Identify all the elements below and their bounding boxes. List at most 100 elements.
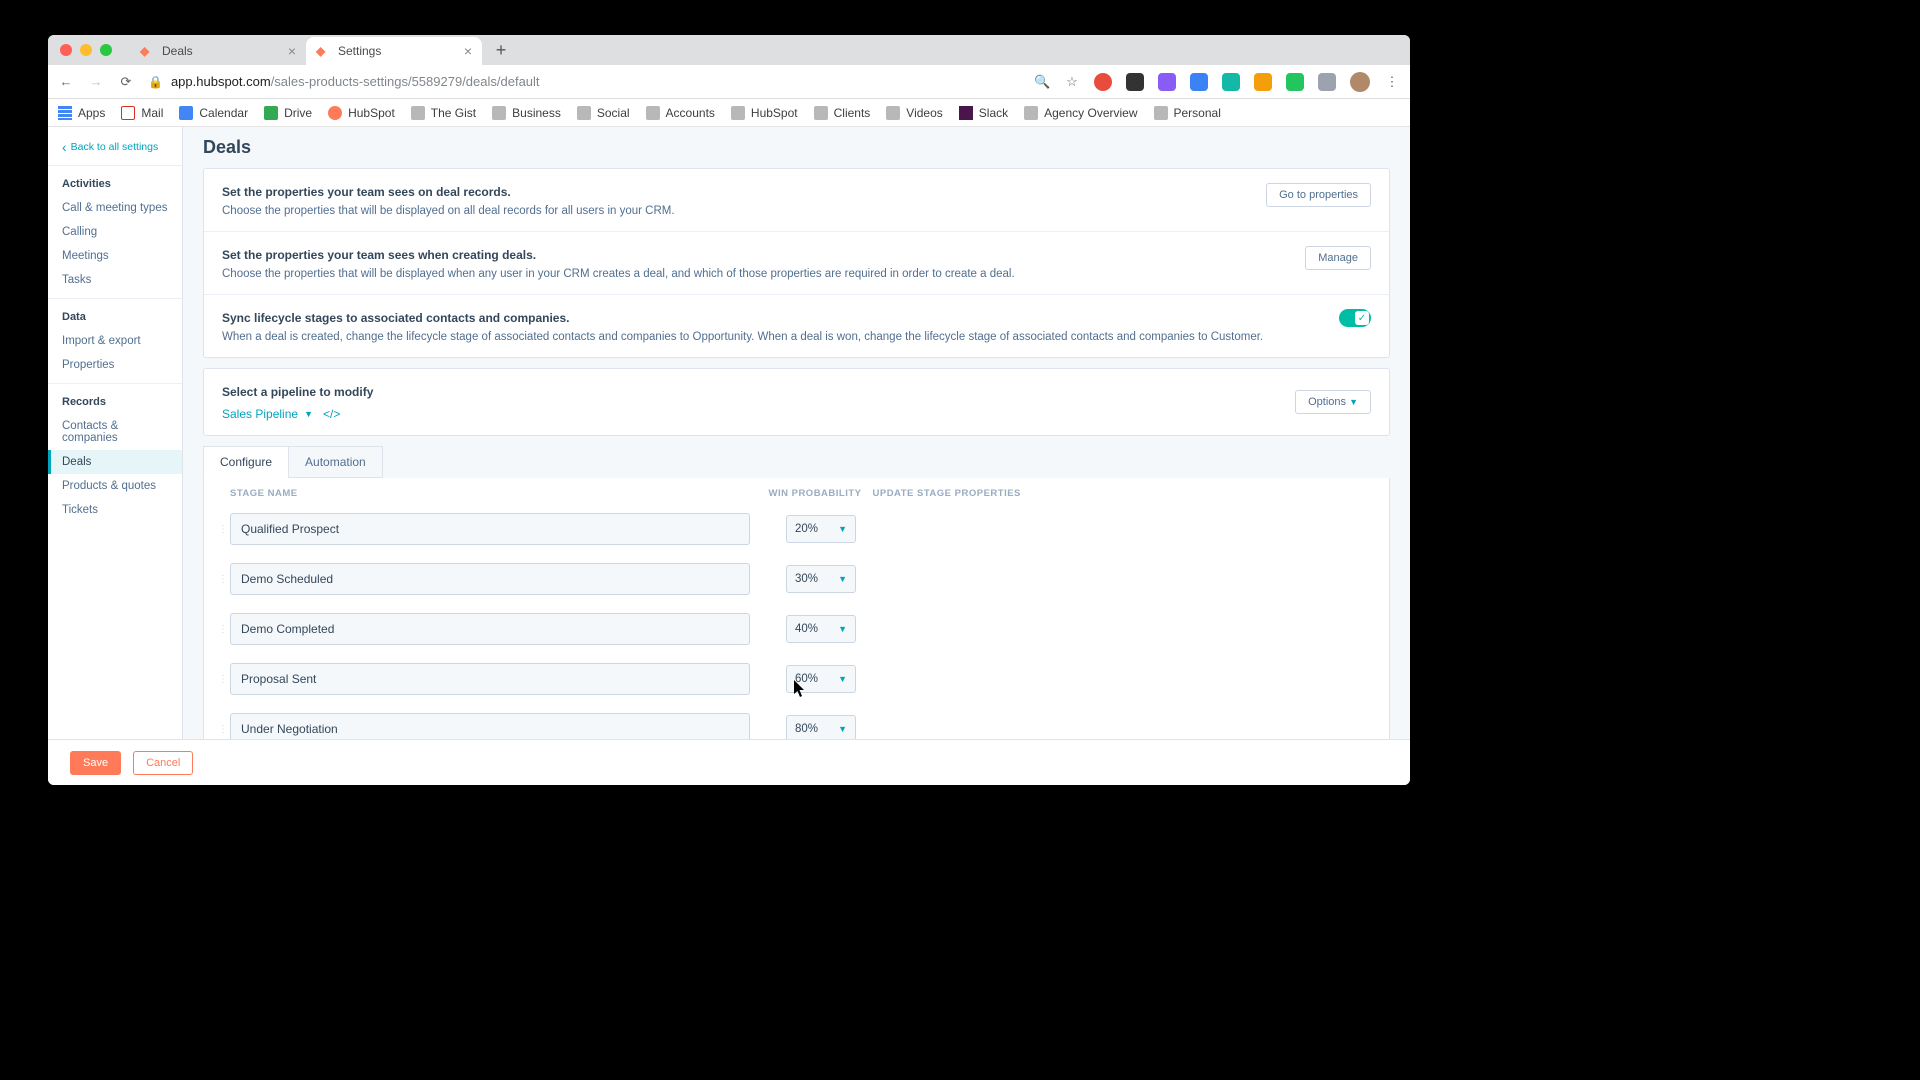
zoom-icon[interactable]: 🔍 xyxy=(1034,74,1050,90)
tab-configure[interactable]: Configure xyxy=(203,446,289,478)
drag-handle-icon[interactable]: ⋮⋮ xyxy=(218,624,230,635)
bookmark-calendar[interactable]: Calendar xyxy=(179,106,248,120)
back-to-settings-link[interactable]: Back to all settings xyxy=(48,139,182,165)
extension-icon[interactable] xyxy=(1158,73,1176,91)
window-minimize[interactable] xyxy=(80,44,92,56)
bookmark-accounts[interactable]: Accounts xyxy=(646,106,715,120)
bookmark-apps[interactable]: Apps xyxy=(58,106,105,120)
stage-row: ⋮⋮ 60%▼ xyxy=(204,659,1389,699)
pipeline-dropdown[interactable]: Sales Pipeline ▼ </> xyxy=(222,407,373,421)
window-zoom[interactable] xyxy=(100,44,112,56)
label: Business xyxy=(512,106,561,120)
bookmark-business[interactable]: Business xyxy=(492,106,561,120)
stage-name-input[interactable] xyxy=(230,613,750,645)
sidebar-item-deals[interactable]: Deals xyxy=(48,450,182,474)
sidebar-item-import-export[interactable]: Import & export xyxy=(48,329,182,353)
label: The Gist xyxy=(431,106,476,120)
browser-tab-settings[interactable]: ◆ Settings × xyxy=(306,37,482,65)
sidebar-item-products-quotes[interactable]: Products & quotes xyxy=(48,474,182,498)
settings-sidebar: Back to all settings Activities Call & m… xyxy=(48,127,183,739)
profile-avatar[interactable] xyxy=(1350,72,1370,92)
address-bar[interactable]: 🔒 app.hubspot.com/sales-products-setting… xyxy=(148,74,1020,89)
manage-button[interactable]: Manage xyxy=(1305,246,1371,270)
sync-lifecycle-toggle[interactable]: ✓ xyxy=(1339,309,1371,327)
bookmark-social[interactable]: Social xyxy=(577,106,630,120)
stages-table: STAGE NAME WIN PROBABILITY UPDATE STAGE … xyxy=(203,478,1390,739)
extension-icon[interactable] xyxy=(1190,73,1208,91)
code-icon[interactable]: </> xyxy=(323,407,340,421)
star-icon[interactable]: ☆ xyxy=(1064,74,1080,90)
label: Agency Overview xyxy=(1044,106,1137,120)
new-tab-button[interactable]: + xyxy=(488,37,514,63)
bookmark-videos[interactable]: Videos xyxy=(886,106,942,120)
win-probability-select[interactable]: 30%▼ xyxy=(786,565,856,593)
label: Slack xyxy=(979,106,1008,120)
sidebar-item-tasks[interactable]: Tasks xyxy=(48,268,182,292)
drag-handle-icon[interactable]: ⋮⋮ xyxy=(218,524,230,535)
stage-name-input[interactable] xyxy=(230,513,750,545)
bookmark-agency[interactable]: Agency Overview xyxy=(1024,106,1137,120)
extension-icon[interactable] xyxy=(1094,73,1112,91)
sidebar-item-tickets[interactable]: Tickets xyxy=(48,498,182,522)
close-icon[interactable]: × xyxy=(464,43,472,59)
hubspot-icon: ◆ xyxy=(140,44,154,58)
bookmark-personal[interactable]: Personal xyxy=(1154,106,1221,120)
bookmark-clients[interactable]: Clients xyxy=(814,106,871,120)
label: HubSpot xyxy=(751,106,798,120)
extension-icon[interactable] xyxy=(1318,73,1336,91)
chevron-down-icon: ▼ xyxy=(838,674,847,684)
reload-icon[interactable]: ⟳ xyxy=(118,74,134,90)
browser-tab-deals[interactable]: ◆ Deals × xyxy=(130,37,306,65)
stage-name-input[interactable] xyxy=(230,563,750,595)
label: Drive xyxy=(284,106,312,120)
menu-icon[interactable]: ⋮ xyxy=(1384,74,1400,90)
win-probability-select[interactable]: 40%▼ xyxy=(786,615,856,643)
options-dropdown[interactable]: Options ▼ xyxy=(1295,390,1371,414)
back-icon[interactable]: ← xyxy=(58,74,74,89)
save-button[interactable]: Save xyxy=(70,751,121,775)
page-title: Deals xyxy=(203,137,1390,158)
extension-icon[interactable] xyxy=(1126,73,1144,91)
close-icon[interactable]: × xyxy=(288,43,296,59)
window-close[interactable] xyxy=(60,44,72,56)
label: Back to all settings xyxy=(71,141,159,153)
bookmark-gist[interactable]: The Gist xyxy=(411,106,476,120)
lock-icon: 🔒 xyxy=(148,75,163,89)
extension-icon[interactable] xyxy=(1286,73,1304,91)
drag-handle-icon[interactable]: ⋮⋮ xyxy=(218,724,230,735)
stage-row: ⋮⋮ 80%▼ xyxy=(204,709,1389,739)
chevron-down-icon: ▼ xyxy=(838,524,847,534)
sidebar-item-calling[interactable]: Calling xyxy=(48,220,182,244)
extension-icon[interactable] xyxy=(1254,73,1272,91)
bookmark-slack[interactable]: Slack xyxy=(959,106,1008,120)
bookmark-hubspot-2[interactable]: HubSpot xyxy=(731,106,798,120)
sidebar-item-contacts-companies[interactable]: Contacts & companies xyxy=(48,414,182,450)
bookmark-mail[interactable]: Mail xyxy=(121,106,163,120)
drag-handle-icon[interactable]: ⋮⋮ xyxy=(218,674,230,685)
chevron-down-icon: ▼ xyxy=(838,724,847,734)
label: Apps xyxy=(78,106,105,120)
win-probability-select[interactable]: 80%▼ xyxy=(786,715,856,739)
stage-name-input[interactable] xyxy=(230,663,750,695)
settings-row-record-properties: Set the properties your team sees on dea… xyxy=(204,169,1389,232)
stage-row: ⋮⋮ 40%▼ xyxy=(204,609,1389,649)
tab-title: Settings xyxy=(338,44,381,58)
sidebar-item-meetings[interactable]: Meetings xyxy=(48,244,182,268)
stage-name-input[interactable] xyxy=(230,713,750,739)
bookmark-hubspot[interactable]: HubSpot xyxy=(328,106,395,120)
extension-icon[interactable] xyxy=(1222,73,1240,91)
sidebar-item-call-meeting-types[interactable]: Call & meeting types xyxy=(48,196,182,220)
forward-icon[interactable]: → xyxy=(88,74,104,89)
sidebar-item-properties[interactable]: Properties xyxy=(48,353,182,377)
drag-handle-icon[interactable]: ⋮⋮ xyxy=(218,574,230,585)
main-content: Deals Set the properties your team sees … xyxy=(183,127,1410,739)
win-probability-select[interactable]: 20%▼ xyxy=(786,515,856,543)
bookmark-drive[interactable]: Drive xyxy=(264,106,312,120)
win-probability-select[interactable]: 60%▼ xyxy=(786,665,856,693)
tab-automation[interactable]: Automation xyxy=(288,446,383,478)
browser-toolbar: ← → ⟳ 🔒 app.hubspot.com/sales-products-s… xyxy=(48,65,1410,99)
tab-title: Deals xyxy=(162,44,193,58)
cancel-button[interactable]: Cancel xyxy=(133,751,193,775)
row-subtitle: Choose the properties that will be displ… xyxy=(222,205,675,217)
go-to-properties-button[interactable]: Go to properties xyxy=(1266,183,1371,207)
